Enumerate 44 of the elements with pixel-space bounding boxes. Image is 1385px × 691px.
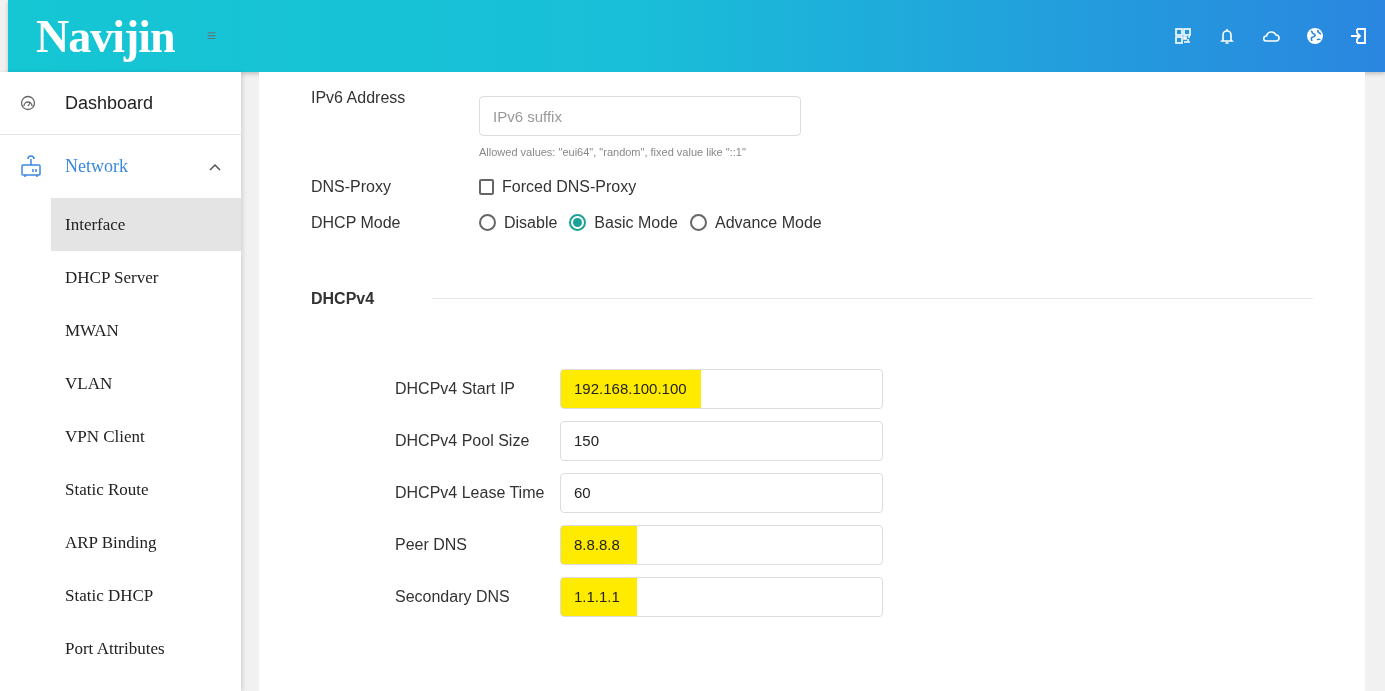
radio-label[interactable]: Basic Mode <box>594 210 678 235</box>
option-label: Forced DNS-Proxy <box>502 176 637 197</box>
field-label: Peer DNS <box>395 534 469 555</box>
logo: Navijin <box>36 9 175 64</box>
input-field[interactable]: 1.1.1.1 <box>560 576 883 617</box>
radio-button[interactable] <box>569 214 587 231</box>
sidebar-item[interactable]: Dashboard <box>65 89 154 117</box>
field-label: DHCP Mode <box>311 212 402 233</box>
field-label: DHCPv4 Lease Time <box>395 482 546 503</box>
input-field[interactable]: 8.8.8.8 <box>560 524 883 565</box>
field-label: DHCPv4 Start IP <box>395 378 517 399</box>
radio-button[interactable] <box>689 214 707 231</box>
sidebar-subitem[interactable]: MWAN <box>51 304 241 357</box>
section-title: DHCPv4 <box>311 288 375 309</box>
sidebar-subitem[interactable]: Static Route <box>51 463 241 516</box>
qr-code-icon[interactable] <box>1173 26 1193 46</box>
caret-icon[interactable] <box>209 162 221 171</box>
checkbox-option[interactable]: Forced DNS-Proxy <box>479 174 637 199</box>
sidebar-subitem[interactable]: Port Attributes <box>51 622 241 675</box>
ipv6-suffix-field[interactable]: IPv6 suffix <box>479 96 801 136</box>
help-text: Allowed values: "eui64", "random", fixed value like "::1" <box>479 145 747 160</box>
sidebar-item[interactable]: Network <box>65 153 128 180</box>
field-label: DNS-Proxy <box>311 176 392 197</box>
radio-label[interactable]: Advance Mode <box>714 210 822 235</box>
field-label: DHCPv4 Pool Size <box>395 430 531 451</box>
sidebar-subitem[interactable]: VLAN <box>51 357 241 410</box>
gauge-icon <box>20 95 36 111</box>
sidebar-subitem[interactable]: Interface <box>51 198 241 251</box>
logout-icon[interactable] <box>1349 26 1369 46</box>
sidebar-subitem[interactable]: DHCP Server <box>51 251 241 304</box>
radio-label[interactable]: Disable <box>504 210 558 235</box>
field-label: Secondary DNS <box>395 586 511 607</box>
sidebar-subitem[interactable]: ARP Binding <box>51 516 241 569</box>
globe-icon[interactable] <box>1305 26 1325 46</box>
input-field[interactable]: 150 <box>560 420 883 461</box>
router-icon <box>20 154 42 179</box>
field-label: IPv6 Address <box>311 88 407 108</box>
input-field[interactable]: 192.168.100.100 <box>560 368 883 409</box>
input-field[interactable]: 60 <box>560 472 883 513</box>
sidebar-subitem[interactable]: Static DHCP <box>51 569 241 622</box>
checkbox[interactable] <box>479 178 494 195</box>
radio-button[interactable] <box>479 214 496 231</box>
notification-bell-icon[interactable] <box>1217 26 1237 46</box>
sidebar-subitem[interactable]: VPN Client <box>51 410 241 463</box>
